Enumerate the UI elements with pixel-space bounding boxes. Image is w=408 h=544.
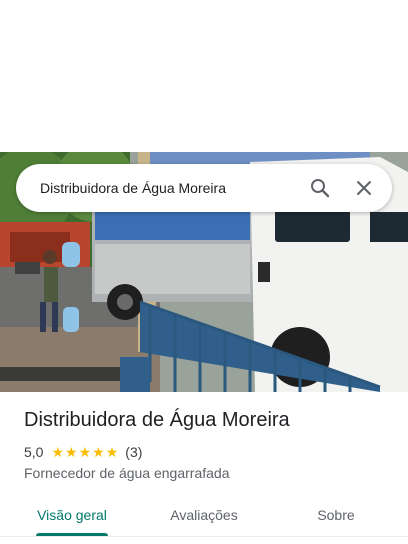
tab-reviews[interactable]: Avaliações <box>136 496 272 534</box>
star-icon: ★ <box>105 444 119 460</box>
search-icon <box>311 179 330 198</box>
star-icon: ★ <box>78 444 92 460</box>
tab-overview[interactable]: Visão geral <box>0 496 144 534</box>
star-rating: ★ ★ ★ ★ ★ <box>51 445 119 459</box>
place-tabs: Visão geral Avaliações Sobre <box>0 496 408 537</box>
star-icon: ★ <box>92 444 105 460</box>
search-button[interactable] <box>300 168 340 208</box>
review-count[interactable]: (3) <box>125 444 142 460</box>
place-name: Distribuidora de Água Moreira <box>24 409 290 431</box>
tabs-divider <box>0 536 408 537</box>
map-blank-area <box>0 0 408 152</box>
tab-about[interactable]: Sobre <box>272 496 400 534</box>
rating-value: 5,0 <box>24 444 44 460</box>
close-button[interactable] <box>344 168 384 208</box>
search-box[interactable]: Distribuidora de Água Moreira <box>16 164 392 212</box>
star-icon: ★ <box>51 444 65 460</box>
rating-row[interactable]: 5,0 ★ ★ ★ ★ ★ (3) <box>24 444 142 460</box>
search-input[interactable]: Distribuidora de Água Moreira <box>16 180 300 196</box>
star-icon: ★ <box>65 444 78 460</box>
place-category[interactable]: Fornecedor de água engarrafada <box>24 465 229 481</box>
close-icon <box>357 181 371 195</box>
